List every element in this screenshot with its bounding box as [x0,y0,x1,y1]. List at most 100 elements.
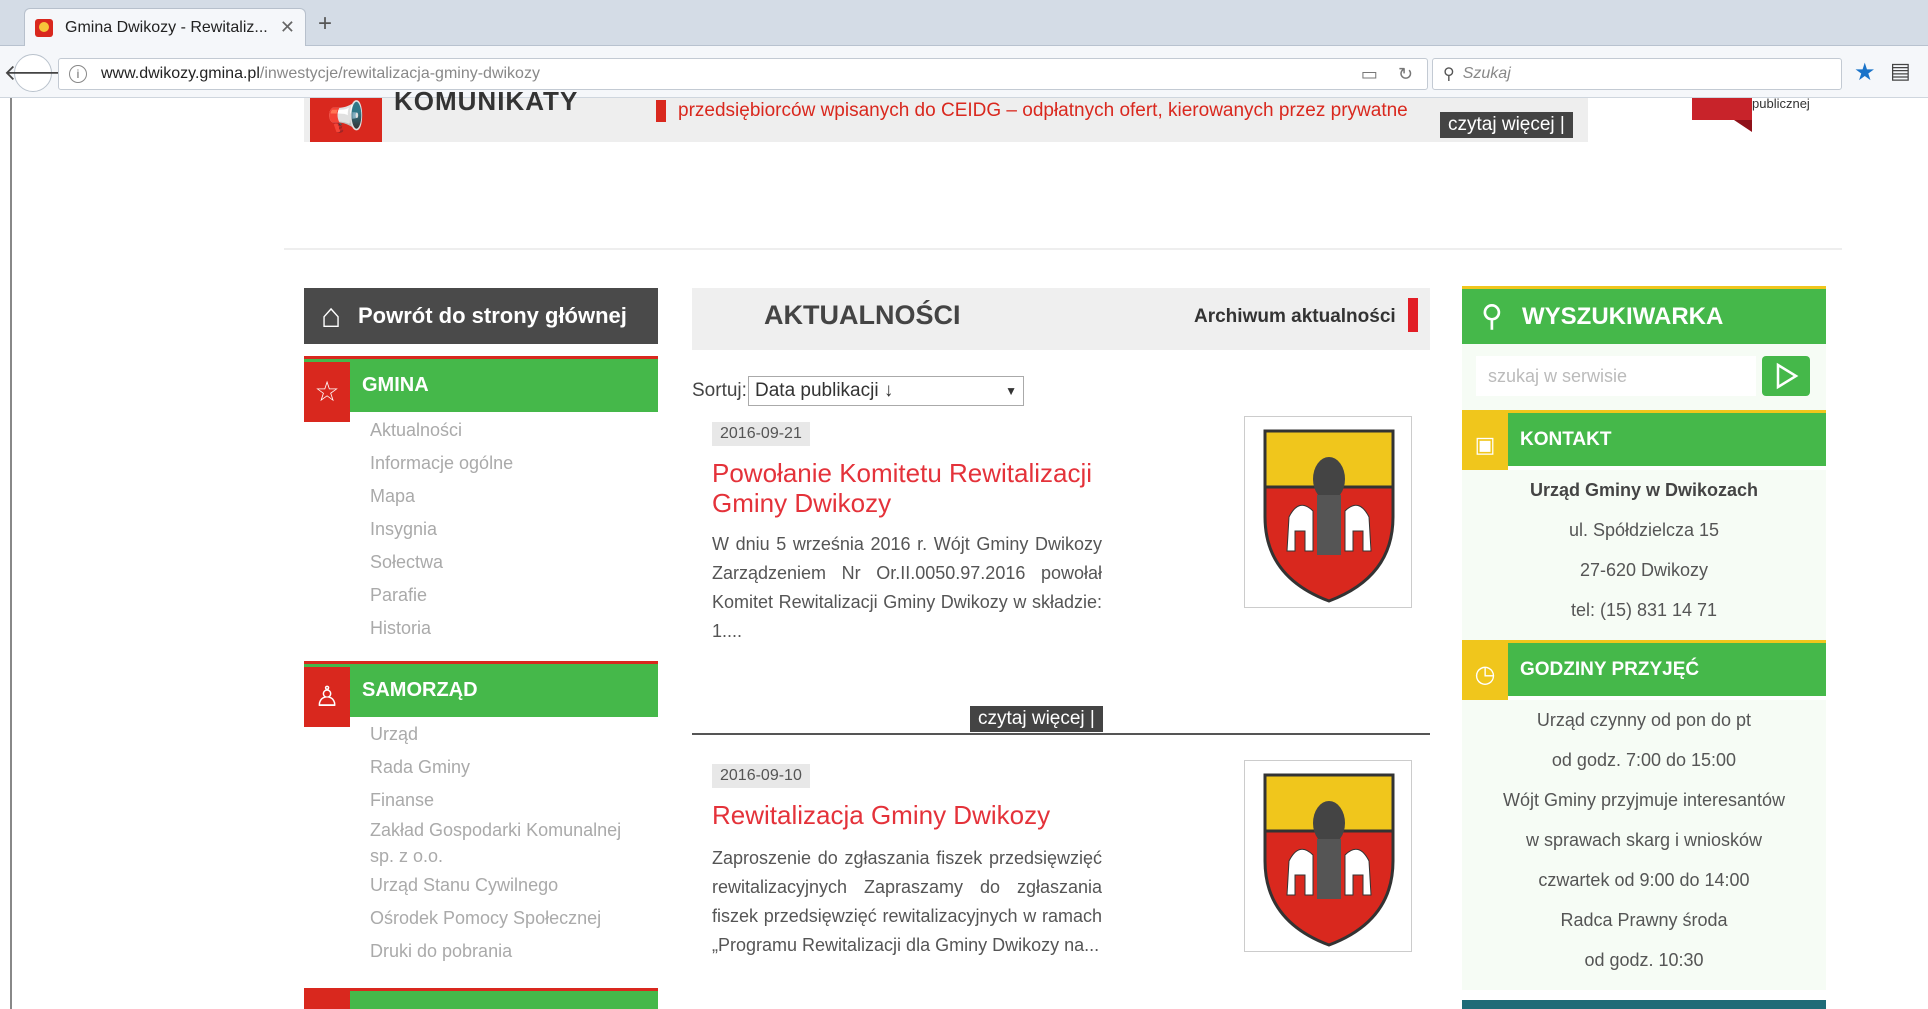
menu-item[interactable]: Aktualności [370,414,513,447]
section-next-icon [304,991,350,1009]
menu-item[interactable]: Parafie [370,579,513,612]
menu-item[interactable]: Finanse [370,784,660,817]
contact-header: ▣ KONTAKT [1462,410,1826,478]
article-excerpt: W dniu 5 września 2016 r. Wójt Gminy Dwi… [712,534,1102,641]
back-arrow-icon: 🡐 [3,60,63,85]
menu-item[interactable]: Druki do pobrania [370,935,660,968]
hours-line: w sprawach skarg i wniosków [1525,830,1763,850]
bip-logo[interactable] [1692,98,1752,132]
section-gmina-title: GMINA [362,374,429,396]
header-divider [284,248,1842,250]
menu-item[interactable]: Ośrodek Pomocy Społecznej [370,902,660,935]
section-next[interactable] [304,988,658,1009]
archive-link[interactable]: Archiwum aktualności [1194,306,1396,328]
hours-line: Wójt Gminy przyjmuje interesantów [1502,790,1786,810]
article-date: 2016-09-21 [712,422,810,446]
back-button[interactable]: 🡐 [4,54,63,92]
url-bar[interactable]: i www.dwikozy.gmina.pl /inwestycje/rewit… [58,58,1428,90]
star-icon: ☆ [304,361,350,422]
next-section-header [1462,1000,1826,1009]
menu-item[interactable]: Urząd Stanu Cywilnego [370,869,660,902]
section-gmina[interactable]: ☆ GMINA [304,356,658,422]
banner-title: KOMUNIKATY [394,86,579,116]
sort-value: Data publikacji ↓ [755,380,894,401]
url-host: www.dwikozy.gmina.pl [101,65,260,82]
menu-item[interactable]: Rada Gminy [370,751,660,784]
gmina-menu: Aktualności Informacje ogólne Mapa Insyg… [370,414,513,645]
person-icon: ♙ [304,666,350,727]
article-image[interactable] [1244,760,1412,952]
hours-header: ◷ GODZINY PRZYJĘĆ [1462,640,1826,708]
section-samorzad-title: SAMORZĄD [362,679,478,701]
favicon-icon [35,18,53,37]
home-button[interactable]: ⌂ Powrót do strony głównej [304,288,658,344]
hours-line: od godz. 7:00 do 15:00 [1551,750,1737,770]
new-tab-button[interactable]: + [318,10,332,38]
browser-search-placeholder: Szukaj [1462,65,1511,82]
bookmark-star-icon[interactable]: ★ [1854,58,1876,87]
menu-item[interactable]: Urząd [370,718,660,751]
hours-line: Urząd czynny od pon do pt [1536,710,1752,730]
browser-search-input[interactable]: ⚲ Szukaj [1432,58,1842,90]
article-image[interactable] [1244,416,1412,608]
home-icon: ⌂ [320,296,342,335]
menu-item[interactable]: Mapa [370,480,513,513]
site-search-input[interactable]: szukaj w serwisie [1476,356,1756,396]
article-excerpt: Zaproszenie do zgłaszania fiszek przedsi… [712,848,1102,955]
contact-box: Urząd Gminy w Dwikozach ul. Spółdzielcza… [1462,470,1826,640]
contact-title: KONTAKT [1520,428,1612,450]
news-title: AKTUALNOŚCI [764,300,961,330]
search-icon: ⚲ [1481,300,1503,333]
contact-office: Urząd Gminy w Dwikozach [1529,480,1759,500]
play-arrow-icon [1776,362,1799,390]
megaphone-icon: 📢 [310,98,382,142]
search-section-header: ⚲ WYSZUKIWARKA [1462,286,1826,344]
search-icon: ⚲ [1443,66,1455,83]
library-icon[interactable]: ▤ [1890,58,1911,84]
article-title[interactable]: Powołanie Komitetu Rewitalizacji Gminy D… [712,458,1112,518]
archive-marker [1408,298,1418,332]
contact-city: 27-620 Dwikozy [1579,560,1709,580]
reload-icon[interactable]: ↻ [1398,64,1413,85]
menu-item[interactable]: Informacje ogólne [370,447,513,480]
menu-item[interactable]: Sołectwa [370,546,513,579]
hours-line: Radca Prawny środa [1560,910,1728,930]
article-separator [692,733,1430,735]
banner-read-more-button[interactable]: czytaj więcej | [1440,112,1573,138]
contact-phone[interactable]: tel: (15) 831 14 71 [1462,590,1826,630]
article-date: 2016-09-10 [712,764,810,788]
chevron-down-icon: ▼ [1005,384,1017,398]
menu-item[interactable]: Zakład Gospodarki Komunalnej [370,817,660,843]
browser-tab[interactable]: Gmina Dwikozy - Rewitaliz... ✕ [24,8,306,46]
home-label: Powrót do strony głównej [358,303,627,328]
samorzad-menu: Urząd Rada Gminy Finanse Zakład Gospodar… [370,718,660,968]
reader-view-icon[interactable]: ▭ [1361,64,1378,85]
sort-label: Sortuj: [692,380,747,401]
banner-ticker[interactable]: przedsiębiorców wpisanych do CEIDG – odp… [678,100,1408,122]
menu-item[interactable]: Insygnia [370,513,513,546]
clock-icon: ◷ [1462,641,1508,708]
contact-card-icon: ▣ [1462,411,1508,478]
section-samorzad[interactable]: ♙ SAMORZĄD [304,661,658,727]
search-section-title: WYSZUKIWARKA [1522,302,1724,330]
hours-box: Urząd czynny od pon do pt od godz. 7:00 … [1462,700,1826,990]
bip-logo-text: publicznej [1752,96,1810,111]
read-more-button[interactable]: czytaj więcej | [970,706,1103,732]
page-border [10,98,12,1009]
tab-title: Gmina Dwikozy - Rewitaliz... [65,18,268,36]
search-submit-button[interactable] [1762,356,1810,396]
hours-title: GODZINY PRZYJĘĆ [1520,658,1700,680]
article-title[interactable]: Rewitalizacja Gminy Dwikozy [712,800,1112,830]
coat-of-arms-icon [1263,773,1395,947]
tab-close-icon[interactable]: ✕ [280,17,295,38]
hours-line: czwartek od 9:00 do 14:00 [1538,870,1750,890]
menu-item[interactable]: Historia [370,612,513,645]
sort-select[interactable]: Data publikacji ↓ ▼ [748,376,1024,406]
ticker-marker [656,100,666,122]
hours-line: od godz. 10:30 [1584,950,1704,970]
contact-street: ul. Spółdzielcza 15 [1568,520,1720,540]
coat-of-arms-icon [1263,429,1395,603]
info-icon[interactable]: i [69,65,87,83]
menu-item[interactable]: sp. z o.o. [370,843,660,869]
url-path: /inwestycje/rewitalizacja-gminy-dwikozy [259,65,540,82]
